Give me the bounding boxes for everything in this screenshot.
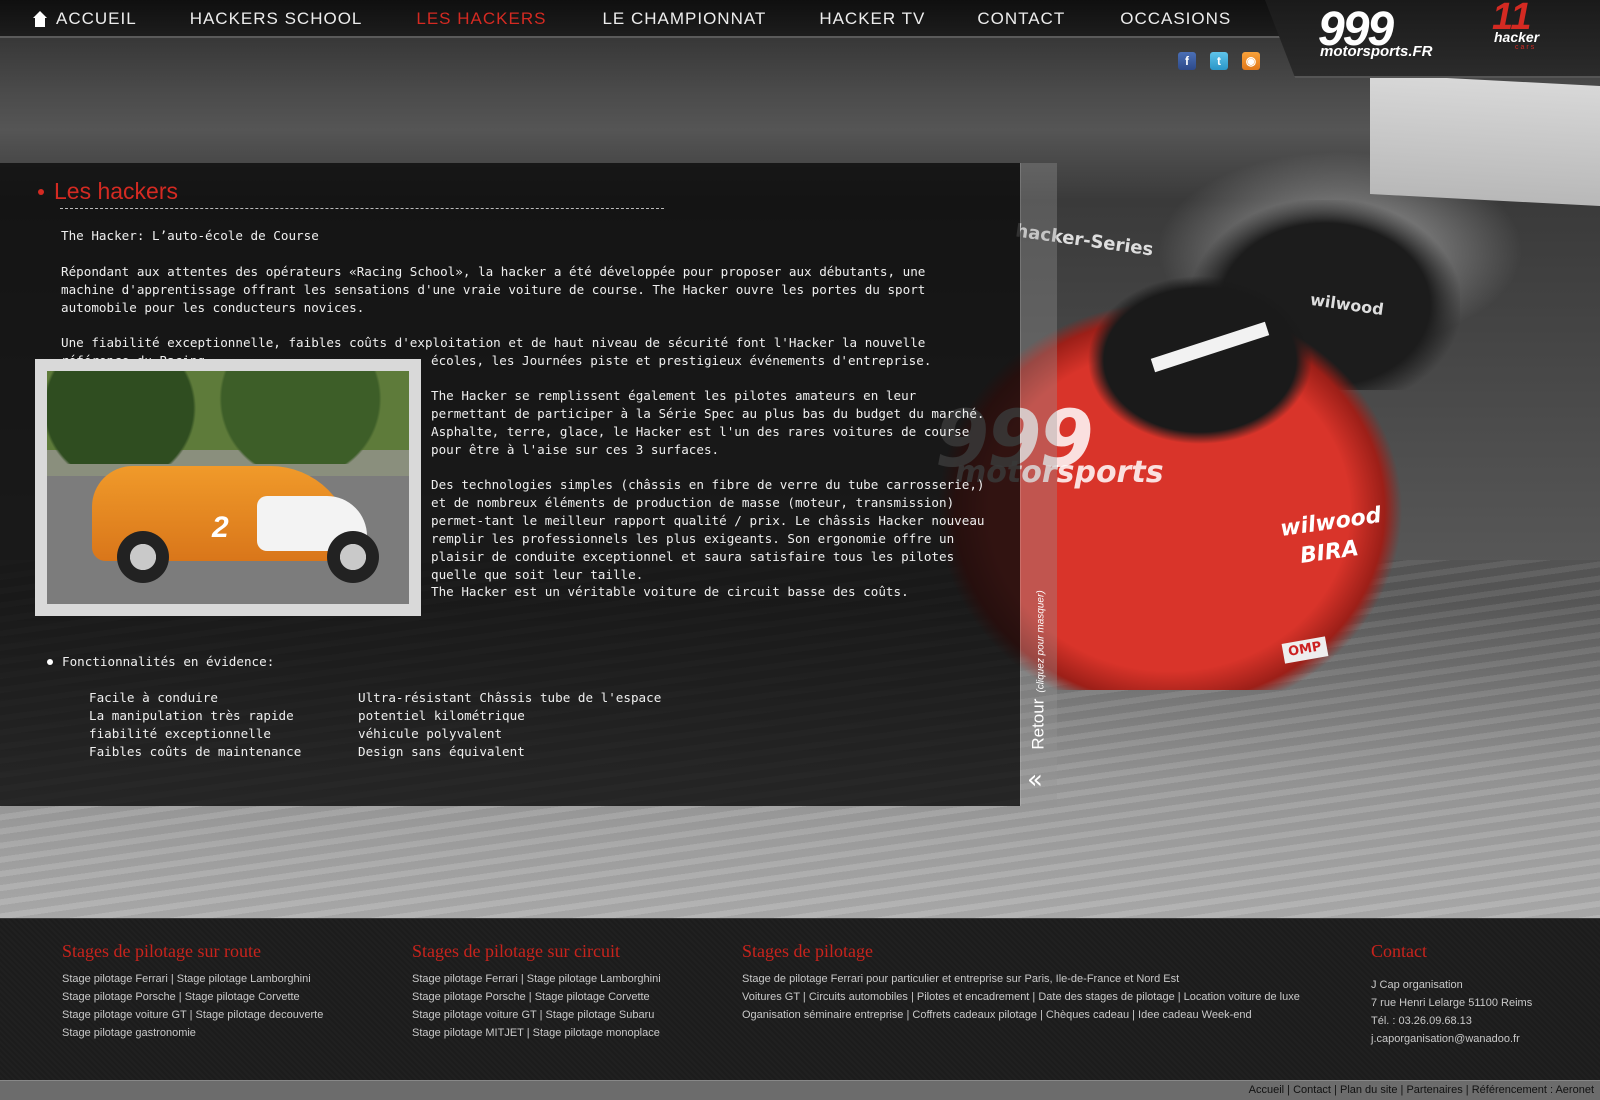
- content-paragraph-1: Répondant aux attentes des opérateurs «R…: [61, 264, 926, 315]
- nav-item-les-hackers[interactable]: LES HACKERS: [416, 9, 546, 29]
- social-links: f t ◉: [1178, 52, 1260, 70]
- main-navigation: ACCUEIL HACKERS SCHOOL LES HACKERS LE CH…: [32, 0, 1231, 38]
- bottom-link-referencement[interactable]: Référencement : Aeronet: [1472, 1084, 1594, 1096]
- footer-column-circuit: Stages de pilotage sur circuit Stage pil…: [412, 941, 661, 1042]
- contact-address: 7 rue Henri Lelarge 51100 Reims: [1371, 997, 1533, 1009]
- title-divider: [60, 208, 664, 209]
- bottom-link-accueil[interactable]: Accueil: [1249, 1084, 1284, 1096]
- photo-trees: [47, 371, 409, 465]
- footer-link[interactable]: Stage de pilotage Ferrari pour particuli…: [742, 970, 1300, 988]
- footer-link[interactable]: Oganisation séminaire entreprise | Coffr…: [742, 1006, 1300, 1024]
- footer-column-contact: Contact J Cap organisation 7 rue Henri L…: [1371, 941, 1532, 1048]
- footer-link[interactable]: Stage pilotage Porsche | Stage pilotage …: [62, 988, 323, 1006]
- features-list-left: Facile à conduire La manipulation très r…: [89, 689, 301, 761]
- retour-label: Retour(cliquez pour masquer): [1029, 590, 1049, 750]
- features-bullet-icon: [47, 658, 53, 665]
- title-bullet-icon: [38, 188, 44, 195]
- content-subtitle: The Hacker: L’auto-école de Course: [61, 228, 319, 243]
- nav-item-accueil[interactable]: ACCUEIL: [32, 9, 137, 29]
- home-icon: [32, 11, 48, 27]
- nav-item-hackers-school[interactable]: HACKERS SCHOOL: [190, 9, 363, 29]
- trackside-billboard: [1370, 73, 1600, 207]
- footer-link[interactable]: Stage pilotage Ferrari | Stage pilotage …: [62, 970, 323, 988]
- footer-link[interactable]: Stage pilotage Ferrari | Stage pilotage …: [412, 970, 661, 988]
- bottom-link-partenaires[interactable]: Partenaires: [1406, 1084, 1462, 1096]
- features-heading-text: Fonctionnalités en évidence:: [62, 654, 275, 669]
- feature-item: Design sans équivalent: [358, 744, 525, 759]
- contact-email[interactable]: j.caporganisation@wanadoo.fr: [1371, 1030, 1532, 1048]
- contact-phone: Tél. : 03.26.09.68.13: [1371, 1015, 1472, 1027]
- hacker-car-photo: 2: [47, 371, 409, 604]
- contact-company: J Cap organisation: [1371, 979, 1463, 991]
- nav-item-label: ACCUEIL: [56, 9, 137, 28]
- bottom-links: Accueil | Contact | Plan du site | Parte…: [1249, 1084, 1594, 1096]
- feature-item: Ultra-résistant Châssis tube de l'espace: [358, 690, 662, 705]
- feature-item: Facile à conduire: [89, 690, 218, 705]
- photo-front-wheel: [117, 531, 169, 583]
- footer-link[interactable]: Stage pilotage Porsche | Stage pilotage …: [412, 988, 661, 1006]
- photo-rear-wheel: [327, 531, 379, 583]
- content-paragraph-2-end: écoles, les Journées piste et prestigieu…: [431, 353, 932, 368]
- facebook-icon[interactable]: f: [1178, 52, 1196, 70]
- retour-button[interactable]: Retour(cliquez pour masquer): [1024, 582, 1054, 758]
- footer-link[interactable]: Stage pilotage MITJET | Stage pilotage m…: [412, 1024, 661, 1042]
- content-paragraph-4: Des technologies simples (châssis en fib…: [431, 477, 985, 582]
- hacker-logo-text[interactable]: hacker: [1494, 29, 1539, 45]
- features-heading: Fonctionnalités en évidence:: [47, 654, 274, 669]
- footer-link[interactable]: Stage pilotage gastronomie: [62, 1024, 323, 1042]
- nav-item-le-championnat[interactable]: LE CHAMPIONNAT: [602, 9, 766, 29]
- double-chevron-left-icon[interactable]: «: [1027, 767, 1043, 793]
- footer-heading-route: Stages de pilotage sur route: [62, 941, 261, 961]
- rss-icon[interactable]: ◉: [1242, 52, 1260, 70]
- nav-item-hacker-tv[interactable]: HACKER TV: [819, 9, 925, 29]
- feature-item: Faibles coûts de maintenance: [89, 744, 302, 759]
- feature-item: potentiel kilométrique: [358, 708, 525, 723]
- footer-column-route: Stages de pilotage sur route Stage pilot…: [62, 941, 323, 1042]
- content-paragraph-5: The Hacker est un véritable voiture de c…: [431, 584, 909, 599]
- content-paragraph-3b: Asphalte, terre, glace, le Hacker est l'…: [431, 424, 970, 457]
- retour-hint: (cliquez pour masquer): [1036, 590, 1048, 693]
- feature-item: La manipulation très rapide: [89, 708, 294, 723]
- footer-heading-stages: Stages de pilotage: [742, 941, 873, 961]
- nav-item-occasions[interactable]: OCCASIONS: [1120, 9, 1231, 29]
- features-list-right: Ultra-résistant Châssis tube de l'espace…: [358, 689, 661, 761]
- site-logo-motorsports[interactable]: motorsports.FR: [1320, 43, 1433, 60]
- footer-link[interactable]: Stage pilotage voiture GT | Stage pilota…: [62, 1006, 323, 1024]
- bottom-bar: Accueil | Contact | Plan du site | Parte…: [0, 1080, 1600, 1100]
- logo-panel: [1265, 0, 1600, 78]
- content-paragraph-3: The Hacker se remplissent également les …: [431, 387, 991, 459]
- footer-heading-circuit: Stages de pilotage sur circuit: [412, 941, 620, 961]
- page-title-text: Les hackers: [54, 178, 179, 204]
- footer-link[interactable]: Stage pilotage voiture GT | Stage pilota…: [412, 1006, 661, 1024]
- feature-item: fiabilité exceptionnelle: [89, 726, 271, 741]
- photo-car-number: 2: [212, 511, 229, 544]
- content-paragraph-3a: The Hacker se remplissent également les …: [431, 388, 985, 421]
- twitter-icon[interactable]: t: [1210, 52, 1228, 70]
- hacker-logo-subtext: cars: [1515, 44, 1537, 51]
- footer-column-stages: Stages de pilotage Stage de pilotage Fer…: [742, 941, 1300, 1024]
- footer-heading-contact: Contact: [1371, 941, 1427, 961]
- nav-item-contact[interactable]: CONTACT: [977, 9, 1065, 29]
- feature-item: véhicule polyvalent: [358, 726, 503, 741]
- bottom-link-contact[interactable]: Contact: [1293, 1084, 1331, 1096]
- page-title: Les hackers: [38, 178, 178, 205]
- hacker-car-photo-frame: 2: [35, 359, 421, 616]
- bottom-link-plan-du-site[interactable]: Plan du site: [1340, 1084, 1397, 1096]
- footer-link[interactable]: Voitures GT | Circuits automobiles | Pil…: [742, 988, 1300, 1006]
